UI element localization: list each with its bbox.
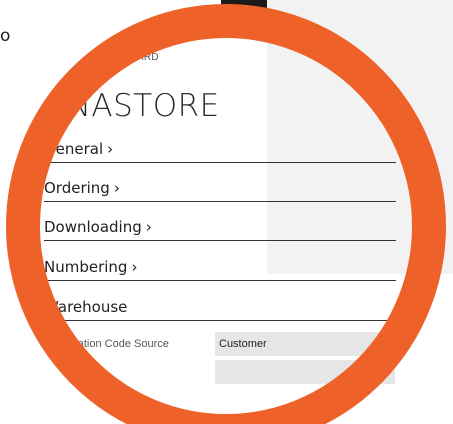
- app-screen: o UP CARD ANASTORE General › Ordering › Do…: [0, 0, 453, 424]
- chevron-right-icon: ›: [107, 140, 114, 158]
- section-downloading[interactable]: Downloading ›: [44, 218, 396, 241]
- section-label: Ordering: [44, 179, 110, 197]
- chevron-right-icon: ›: [113, 179, 120, 197]
- breadcrumb-label: UP CARD: [112, 52, 159, 63]
- chevron-right-icon: ›: [131, 258, 138, 276]
- section-numbering[interactable]: Numbering ›: [44, 258, 396, 281]
- location-code-source-label: Location Code Source: [60, 338, 169, 350]
- location-code-source-field[interactable]: Customer: [215, 332, 395, 356]
- section-label: Warehouse: [44, 298, 128, 316]
- section-ordering[interactable]: Ordering ›: [44, 179, 396, 202]
- page-title: ANASTORE: [46, 88, 220, 124]
- section-general[interactable]: General ›: [44, 140, 396, 163]
- section-label: Downloading: [44, 218, 142, 236]
- section-label: Numbering: [44, 258, 128, 276]
- warehouse-field-input[interactable]: [215, 360, 395, 384]
- magnified-view: UP CARD ANASTORE General › Ordering › Down…: [0, 0, 453, 424]
- section-label: General: [44, 140, 104, 158]
- chevron-right-icon: ›: [145, 218, 152, 236]
- section-warehouse[interactable]: Warehouse: [44, 298, 396, 321]
- breadcrumb: UP CARD: [112, 52, 159, 63]
